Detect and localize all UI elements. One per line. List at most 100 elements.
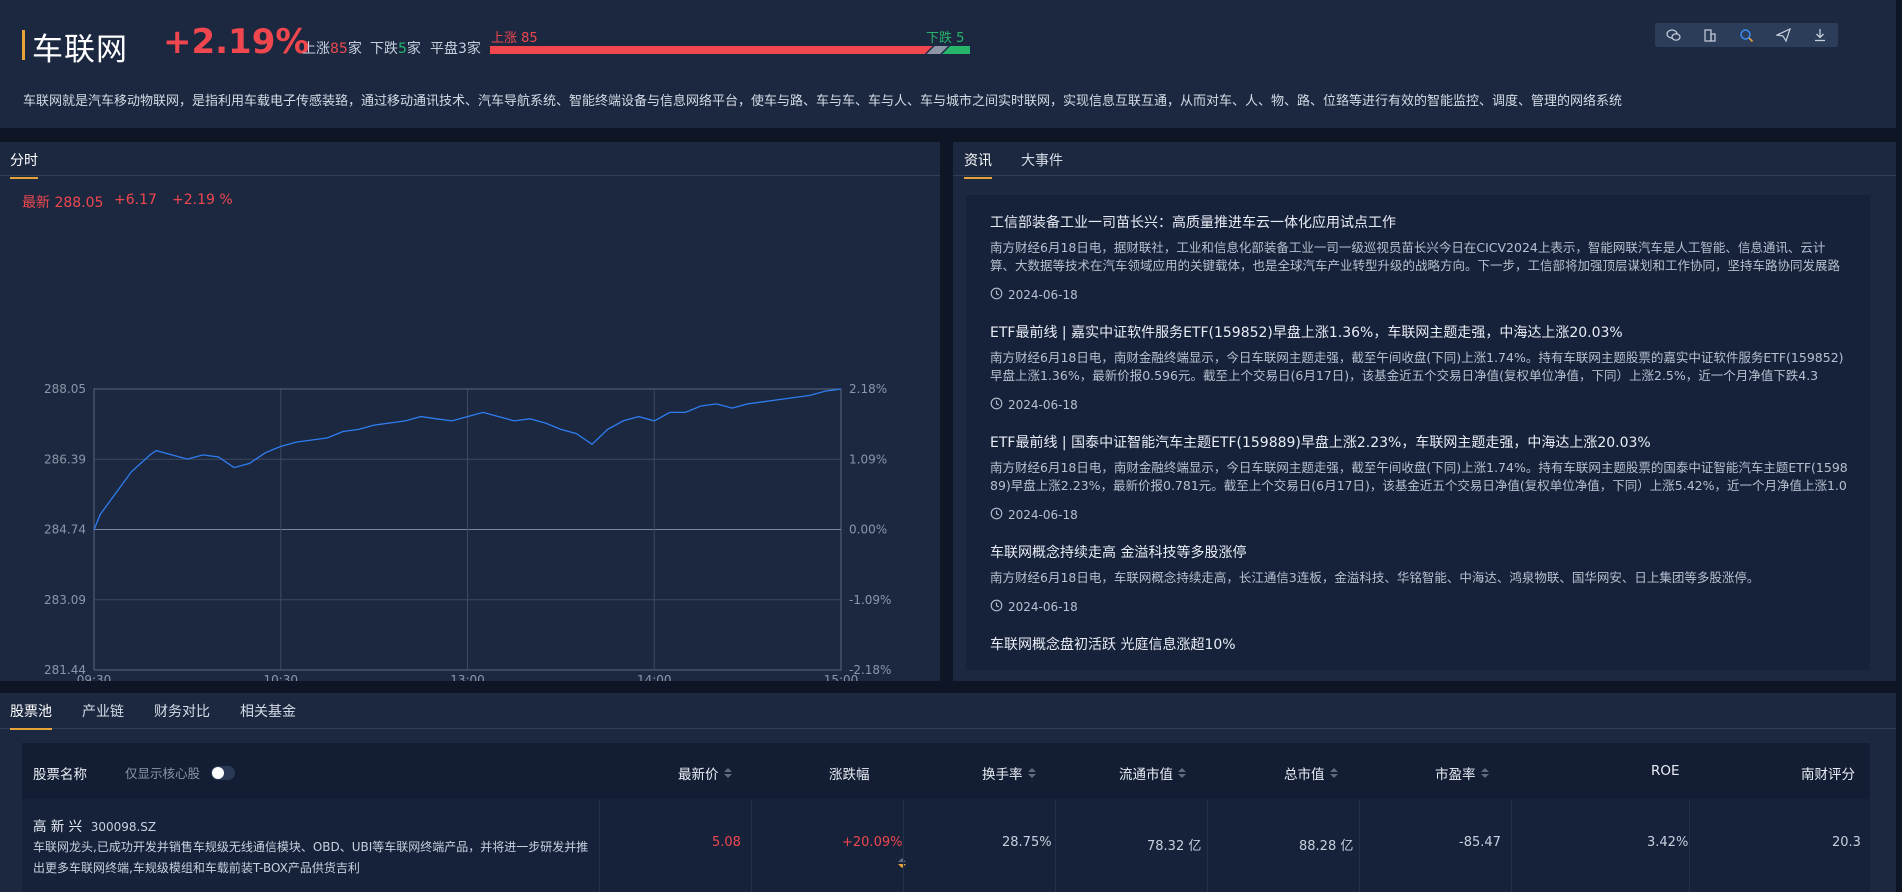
tab-events[interactable]: 大事件 [1021, 150, 1063, 170]
cell-roe: 3.42% [1647, 835, 1689, 850]
download-icon[interactable] [1809, 25, 1831, 45]
tab-related-funds[interactable]: 相关基金 [240, 701, 296, 721]
x-tick-label: 09:30 [77, 673, 112, 681]
y-pct-tick-label: -1.09% [849, 593, 891, 607]
x-tick-label: 10:30 [263, 673, 298, 681]
tab-financial-compare[interactable]: 财务对比 [154, 701, 210, 721]
advance-segment [490, 46, 933, 54]
news-summary: 南方财经6月18日电，南财金融终端显示，今日车联网主题走强，截至午间收盘(下同)… [990, 460, 1848, 493]
clock-icon [990, 507, 1003, 523]
y-tick-label: 284.74 [44, 523, 86, 537]
col-rating: 南财评分 [1801, 767, 1855, 783]
tab-news[interactable]: 资讯 [964, 150, 992, 179]
cell-change: +20.09% [842, 835, 903, 850]
y-pct-tick-label: 0.00% [849, 523, 887, 537]
news-title[interactable]: ETF最前线 | 国泰中证智能汽车主题ETF(159889)早盘上涨2.23%，… [990, 432, 1850, 452]
sort-icon[interactable] [1027, 767, 1036, 779]
advance-bar-label: 上涨 85 [491, 31, 538, 46]
y-tick-label: 288.05 [44, 382, 86, 396]
column-divider [599, 799, 600, 892]
intraday-chart-panel: 分时 最新 288.05 +6.17 +2.19 % 288.05 2.18% 28… [0, 142, 940, 681]
news-date: 2024-06-18 [990, 287, 1850, 303]
sector-description: 车联网就是汽车移动物联网，是指利用车载电子传感装臵，通过移动通讯技术、汽车导航系… [23, 94, 1623, 109]
flat-count-stat: 平盘3家 [430, 41, 481, 57]
y-tick-label: 283.09 [44, 593, 86, 607]
news-date: 2024-06-18 [990, 397, 1850, 413]
col-name: 股票名称 [33, 767, 87, 783]
sector-change-pct: +2.19% [163, 22, 310, 62]
col-float-cap[interactable]: 流通市值 [1119, 763, 1186, 783]
col-pe[interactable]: 市盈率 [1435, 763, 1489, 783]
chart-tabs: 分时 [0, 142, 940, 179]
tab-intraday[interactable]: 分时 [10, 150, 38, 179]
column-divider [1207, 799, 1208, 892]
stock-name[interactable]: 高 新 兴 300098.SZ [33, 815, 156, 835]
sort-icon[interactable] [1178, 767, 1186, 779]
y-pct-tick-label: 2.18% [849, 382, 887, 396]
sort-desc-icon[interactable] [897, 857, 906, 869]
news-title[interactable]: ETF最前线 | 嘉实中证软件服务ETF(159852)早盘上涨1.36%，车联… [990, 322, 1850, 342]
sort-icon[interactable] [723, 767, 732, 779]
sector-header-panel: 车联网 +2.19% 上涨85家 下跌5家 平盘3家 上涨 85 下跌 5 车联… [0, 0, 1896, 128]
cell-float-cap: 78.32 亿 [1147, 839, 1202, 854]
column-divider [1359, 799, 1360, 892]
core-only-toggle[interactable] [211, 765, 236, 780]
sort-icon[interactable] [1329, 767, 1338, 779]
cell-turnover: 28.75% [1002, 835, 1052, 850]
news-title[interactable]: 工信部装备工业一司苗长兴：高质量推进车云一体化应用试点工作 [990, 212, 1850, 232]
news-list: 工信部装备工业一司苗长兴：高质量推进车云一体化应用试点工作 南方财经6月18日电… [966, 195, 1870, 670]
news-title[interactable]: 车联网概念持续走高 金溢科技等多股涨停 [990, 542, 1850, 562]
down-count-stat: 下跌5家 [370, 41, 421, 57]
cell-price: 5.08 [712, 835, 741, 850]
building-icon[interactable] [1699, 25, 1721, 45]
x-tick-label: 13:00 [450, 673, 485, 681]
news-item[interactable]: 车联网概念持续走高 金溢科技等多股涨停 南方财经6月18日电，车联网概念持续走高… [990, 542, 1850, 615]
tab-stock-pool[interactable]: 股票池 [10, 701, 52, 730]
cell-pe: -85.47 [1459, 835, 1501, 850]
column-divider [1689, 799, 1690, 892]
column-divider [751, 799, 752, 892]
up-count-stat: 上涨85家 [302, 41, 362, 57]
toolbar [1655, 23, 1838, 47]
news-date: 2024-06-18 [990, 599, 1850, 615]
column-divider [903, 799, 904, 892]
news-item[interactable]: 工信部装备工业一司苗长兴：高质量推进车云一体化应用试点工作 南方财经6月18日电… [990, 212, 1850, 303]
news-summary: 南方财经6月18日电，南财金融终端显示，今日车联网主题走强，截至午间收盘(下同)… [990, 350, 1844, 383]
advance-decline-bar [490, 46, 970, 54]
table-header: 股票名称 仅显示核心股 最新价 涨跌幅 换手率 流通市值 总市值 市盈率 ROE… [22, 743, 1870, 868]
news-title[interactable]: 车联网概念盘初活跃 光庭信息涨超10% [990, 634, 1850, 654]
decline-bar-label: 下跌 5 [926, 31, 965, 46]
news-tabs: 资讯 大事件 [953, 142, 1896, 179]
intraday-line-chart[interactable]: 288.05 2.18% 286.39 1.09% 284.74 0.00% 283.09 -… [0, 176, 940, 681]
y-pct-tick-label: 1.09% [849, 452, 887, 466]
clock-icon [990, 599, 1003, 615]
search-stock-icon[interactable] [1735, 25, 1757, 45]
x-tick-label: 14:00 [637, 673, 672, 681]
bottom-tabs: 股票池 产业链 财务对比 相关基金 [0, 693, 1896, 730]
send-icon[interactable] [1772, 25, 1794, 45]
sort-icon[interactable] [1480, 767, 1489, 779]
col-change[interactable]: 涨跌幅 [829, 763, 906, 868]
news-summary: 南方财经6月18日电，据财联社，工业和信息化部装备工业一司一级巡视员苗长兴今日在… [990, 240, 1841, 273]
col-turnover[interactable]: 换手率 [982, 763, 1036, 783]
news-item[interactable]: ETF最前线 | 嘉实中证软件服务ETF(159852)早盘上涨1.36%，车联… [990, 322, 1850, 413]
wechat-icon[interactable] [1662, 25, 1684, 45]
news-summary: 南方财经6月18日电，车联网概念持续走高，长江通信3连板，金溢科技、华铭智能、中… [990, 570, 1760, 585]
tab-industry-chain[interactable]: 产业链 [82, 701, 124, 721]
news-item[interactable]: 车联网概念盘初活跃 光庭信息涨超10% [990, 634, 1850, 654]
news-item[interactable]: ETF最前线 | 国泰中证智能汽车主题ETF(159889)早盘上涨2.23%，… [990, 432, 1850, 523]
title-accent-bar [22, 30, 25, 60]
news-panel: 资讯 大事件 工信部装备工业一司苗长兴：高质量推进车云一体化应用试点工作 南方财… [953, 142, 1896, 681]
clock-icon [990, 397, 1003, 413]
column-divider [1055, 799, 1056, 892]
x-tick-label: 15:00 [824, 673, 859, 681]
column-divider [1511, 799, 1512, 892]
news-date: 2024-06-18 [990, 507, 1850, 523]
cell-rating: 20.3 [1832, 835, 1861, 850]
stock-pool-panel: 股票池 产业链 财务对比 相关基金 股票名称 仅显示核心股 最新价 涨跌幅 换手… [0, 693, 1896, 892]
clock-icon [990, 287, 1003, 303]
stock-description: 车联网龙头,已成功开发并销售车规级无线通信模块、OBD、UBI等车联网终端产品，… [33, 840, 589, 875]
col-price[interactable]: 最新价 [678, 763, 732, 783]
core-only-filter[interactable]: 仅显示核心股 [125, 763, 236, 782]
col-total-cap[interactable]: 总市值 [1284, 763, 1338, 783]
